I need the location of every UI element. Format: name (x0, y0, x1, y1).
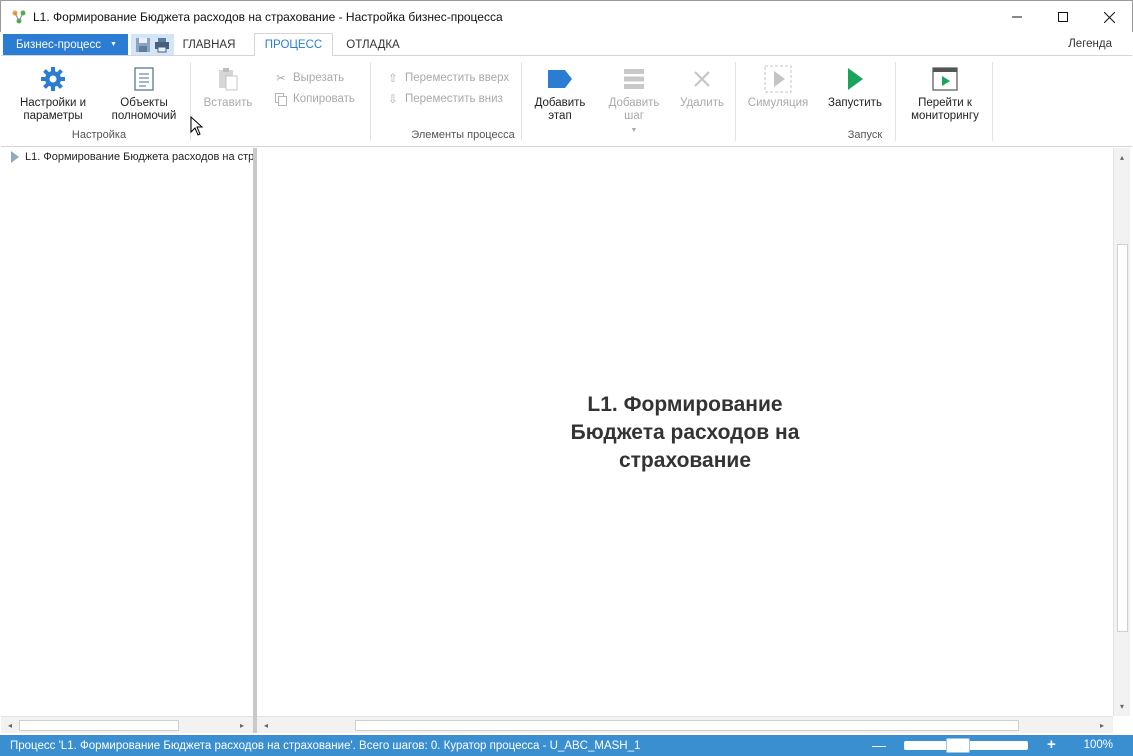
legend-link[interactable]: Легенда (1068, 38, 1112, 50)
scissors-icon: ✂ (276, 73, 286, 85)
zoom-in-button[interactable]: + (1047, 736, 1056, 753)
ribbon: Настройки и параметры Объекты полномочий… (1, 56, 1132, 147)
scrollbar-thumb[interactable] (355, 720, 1019, 731)
group-label-settings: Настройка (71, 129, 127, 141)
go-monitoring-button[interactable]: Перейти к мониторингу (904, 64, 986, 123)
expand-arrow-icon[interactable] (11, 151, 19, 163)
add-stage-icon (544, 64, 576, 94)
maximize-icon (1058, 12, 1068, 22)
run-label: Запустить (828, 97, 882, 109)
delete-label: Удалить (680, 97, 724, 109)
scroll-left-icon[interactable]: ◂ (3, 718, 17, 732)
canvas-process-title: L1. Формирование Бюджета расходов на стр… (570, 393, 800, 472)
run-button[interactable]: Запустить (823, 64, 887, 110)
tree-item[interactable]: L1. Формирование Бюджета расходов на стр… (7, 151, 255, 163)
status-bar: Процесс 'L1. Формирование Бюджета расход… (0, 735, 1133, 756)
settings-params-label: Настройки и параметры (19, 97, 86, 122)
zoom-out-button[interactable]: — (872, 737, 886, 753)
delete-x-icon (686, 64, 718, 94)
scroll-up-icon[interactable]: ▴ (1115, 150, 1129, 164)
close-button[interactable] (1086, 1, 1132, 33)
authority-objects-button[interactable]: Объекты полномочий (105, 64, 183, 123)
status-text: Процесс 'L1. Формирование Бюджета расход… (10, 739, 641, 752)
add-stage-label: Добавить этап (534, 97, 586, 122)
scroll-right-icon[interactable]: ▸ (235, 718, 249, 732)
add-step-button[interactable]: Добавить шаг ▼ (602, 64, 666, 137)
monitor-play-icon (929, 64, 961, 94)
simulation-button[interactable]: Симуляция (743, 64, 813, 110)
scroll-down-icon[interactable]: ▾ (1115, 699, 1129, 713)
paste-icon (212, 64, 244, 94)
ribbon-separator (895, 62, 896, 141)
settings-params-button[interactable]: Настройки и параметры (15, 64, 91, 123)
zoom-level: 100% (1083, 739, 1113, 751)
gear-icon (37, 64, 69, 94)
add-stage-button[interactable]: Добавить этап (528, 64, 592, 123)
scroll-right-icon[interactable]: ▸ (1095, 718, 1109, 732)
scrollbar-thumb[interactable] (19, 720, 179, 731)
save-icon[interactable] (135, 37, 151, 53)
ribbon-separator (992, 62, 993, 141)
copy-button[interactable]: Копировать (273, 92, 355, 106)
print-icon[interactable] (154, 37, 170, 53)
paste-button[interactable]: Вставить (199, 64, 257, 110)
app-icon (11, 9, 27, 25)
move-up-button[interactable]: ⇧ Переместить вверх (385, 71, 509, 85)
add-step-icon (618, 64, 650, 94)
arrow-up-icon: ⇧ (388, 73, 398, 85)
process-canvas[interactable]: L1. Формирование Бюджета расходов на стр… (257, 148, 1113, 716)
cut-button[interactable]: ✂ Вырезать (273, 71, 344, 85)
tab-process[interactable]: ПРОЦЕСС (254, 33, 333, 57)
minimize-button[interactable] (994, 1, 1040, 33)
process-tree: L1. Формирование Бюджета расходов на стр… (1, 148, 255, 733)
zoom-slider-thumb[interactable] (946, 738, 970, 753)
title-bar: L1. Формирование Бюджета расходов на стр… (0, 0, 1133, 32)
chevron-down-icon: ▼ (109, 41, 117, 48)
copy-label: Копировать (293, 93, 355, 105)
scroll-left-icon[interactable]: ◂ (259, 718, 273, 732)
delete-button[interactable]: Удалить (673, 64, 731, 110)
group-label-elements: Элементы процесса (411, 129, 515, 141)
app-menu-button[interactable]: Бизнес-процесс ▼ (3, 34, 128, 55)
arrow-down-icon: ⇩ (388, 94, 398, 106)
go-monitoring-label: Перейти к мониторингу (911, 97, 979, 122)
scrollbar-thumb[interactable] (1117, 244, 1128, 632)
play-icon (839, 64, 871, 94)
add-step-label: Добавить шаг (608, 97, 660, 122)
tree-horizontal-scrollbar[interactable]: ◂ ▸ (1, 716, 253, 733)
authority-objects-label: Объекты полномочий (111, 97, 177, 122)
group-label-launch: Запуск (847, 129, 883, 141)
mouse-cursor-icon (190, 116, 204, 136)
tab-debug[interactable]: ОТЛАДКА (341, 33, 405, 57)
close-icon (1103, 11, 1115, 23)
chevron-down-icon: ▼ (630, 127, 638, 134)
paste-label: Вставить (203, 97, 253, 109)
canvas-vertical-scrollbar[interactable]: ▴ ▾ (1113, 148, 1130, 716)
cut-label: Вырезать (293, 72, 345, 84)
document-list-icon (128, 64, 160, 94)
tree-item-label: L1. Формирование Бюджета расходов на стр… (25, 151, 255, 163)
move-down-button[interactable]: ⇩ Переместить вниз (385, 92, 503, 106)
simulation-label: Симуляция (747, 97, 809, 109)
ribbon-tab-row: Бизнес-процесс ▼ ГЛАВНАЯ ПРОЦЕСС ОТЛАДКА… (1, 32, 1132, 57)
minimize-icon (1012, 16, 1022, 18)
maximize-button[interactable] (1040, 1, 1086, 33)
ribbon-separator (735, 62, 736, 141)
window-title: L1. Формирование Бюджета расходов на стр… (33, 9, 503, 24)
app-menu-label: Бизнес-процесс (16, 38, 101, 51)
quick-access-toolbar (131, 34, 174, 55)
canvas-horizontal-scrollbar[interactable]: ◂ ▸ (257, 716, 1113, 733)
simulation-play-icon (762, 64, 794, 94)
move-up-label: Переместить вверх (405, 72, 510, 84)
move-down-label: Переместить вниз (405, 93, 503, 105)
copy-icon (273, 92, 289, 106)
tab-main[interactable]: ГЛАВНАЯ (177, 33, 241, 57)
